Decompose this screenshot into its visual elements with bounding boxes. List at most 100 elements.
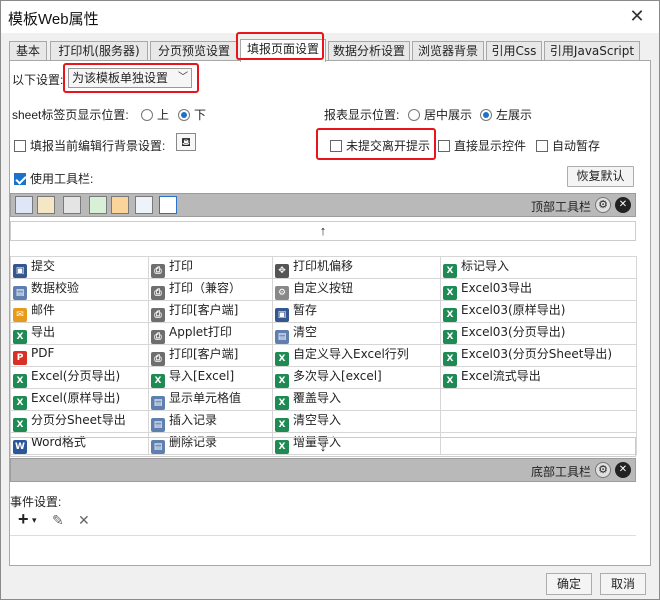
- mode-select[interactable]: 为该模板单独设置 ﹀: [68, 68, 192, 88]
- move-up-arrow[interactable]: ↑: [10, 221, 636, 241]
- grid-item-label: 显示单元格值: [169, 391, 242, 405]
- sheet-top-option[interactable]: 上: [141, 106, 169, 123]
- grid-button-item[interactable]: ▣ 提交: [10, 256, 149, 279]
- export-icon[interactable]: [89, 196, 107, 214]
- grid-button-item[interactable]: ✥ 打印机偏移: [272, 256, 441, 279]
- radio-icon: [408, 109, 420, 121]
- grid-button-item[interactable]: X Excel流式导出: [440, 366, 637, 389]
- sheet-bottom-option[interactable]: 下: [178, 106, 206, 123]
- tab-browser-background[interactable]: 浏览器背景: [412, 41, 484, 61]
- grid-item-label: 覆盖导入: [293, 391, 342, 405]
- report-center-option[interactable]: 居中展示: [408, 106, 472, 123]
- grid-button-item[interactable]: X Excel03导出: [440, 278, 637, 301]
- tab-printer-server[interactable]: 打印机(服务器): [50, 41, 148, 61]
- ok-button[interactable]: 确定: [546, 573, 592, 595]
- fill-bg-option[interactable]: 填报当前编辑行背景设置:: [14, 137, 165, 154]
- grid-button-item[interactable]: ✉ 邮件: [10, 300, 149, 323]
- grid-button-item[interactable]: X Excel(原样导出): [10, 388, 149, 411]
- close-icon[interactable]: ✕: [615, 462, 631, 478]
- event-settings-label: 事件设置:: [10, 495, 62, 509]
- grid-button-item[interactable]: X Excel03(分页导出): [440, 322, 637, 345]
- grid-button-item[interactable]: ▣ 暂存: [272, 300, 441, 323]
- excel-icon: X: [275, 352, 289, 366]
- report-position-label: 报表显示位置:: [324, 108, 400, 122]
- checkbox-icon: [536, 140, 548, 152]
- direct-show-widget-label: 直接显示控件: [454, 139, 527, 153]
- unsubmitted-prompt-option[interactable]: 未提交离开提示: [330, 137, 430, 154]
- excel-icon: X: [275, 374, 289, 388]
- web-properties-dialog: 模板Web属性 ✕ 基本 打印机(服务器) 分页预览设置 填报页面设置 数据分析…: [0, 0, 660, 600]
- gear-icon: ⚙: [275, 286, 289, 300]
- grid-button-item[interactable]: X 清空导入: [272, 410, 441, 433]
- close-icon[interactable]: ✕: [615, 197, 631, 213]
- grid-button-item[interactable]: X 自定义导入Excel行列: [272, 344, 441, 367]
- report-left-option[interactable]: 左展示: [480, 106, 532, 123]
- grid-button-item[interactable]: ⚙ 自定义按钮: [272, 278, 441, 301]
- edit-icon[interactable]: ✎: [52, 512, 64, 529]
- insert-record-icon[interactable]: [135, 196, 153, 214]
- tab-data-analysis[interactable]: 数据分析设置: [328, 41, 410, 61]
- close-icon[interactable]: ✕: [627, 6, 647, 26]
- grid-button-item[interactable]: ▤ 数据校验: [10, 278, 149, 301]
- grid-button-item[interactable]: ▤ 清空: [272, 322, 441, 345]
- use-toolbar-option[interactable]: 使用工具栏:: [14, 170, 93, 187]
- sheet-position-label: sheet标签页显示位置:: [12, 108, 129, 122]
- grid-button-item[interactable]: ⎙ Applet打印: [148, 322, 273, 345]
- grid-button-item[interactable]: ⎙ 打印[客户端]: [148, 344, 273, 367]
- table-row: P PDF ⎙ 打印[客户端] X 自定义导入Excel行列 X Excel03(分页分She…: [10, 344, 637, 367]
- grid-button-item[interactable]: X Excel03(分页分Sheet导出): [440, 344, 637, 367]
- tab-fill-page-settings[interactable]: 填报页面设置: [240, 39, 326, 62]
- excel-icon: X: [443, 264, 457, 278]
- restore-default-button[interactable]: 恢复默认: [567, 166, 634, 187]
- generic-icon: ▤: [275, 330, 289, 344]
- gear-icon[interactable]: ⚙: [595, 197, 611, 213]
- grid-button-item[interactable]: X 覆盖导入: [272, 388, 441, 411]
- cancel-button[interactable]: 取消: [600, 573, 646, 595]
- grid-item-label: 导入[Excel]: [169, 369, 235, 383]
- grid-button-item[interactable]: ▤ 插入记录: [148, 410, 273, 433]
- table-row: X 导出 ⎙ Applet打印 ▤ 清空 X Excel03(分页导出): [10, 322, 637, 345]
- print-icon[interactable]: [63, 196, 81, 214]
- grid-item-label: 数据校验: [31, 281, 80, 295]
- submit-icon[interactable]: [15, 196, 33, 214]
- excel-icon: X: [13, 396, 27, 410]
- grid-button-item[interactable]: X 标记导入: [440, 256, 637, 279]
- grid-button-item[interactable]: X Excel03(原样导出): [440, 300, 637, 323]
- direct-show-widget-option[interactable]: 直接显示控件: [438, 137, 526, 154]
- table-row: X 分页分Sheet导出 ▤ 插入记录 X 清空导入: [10, 410, 637, 433]
- checkbox-icon: [438, 140, 450, 152]
- tab-css[interactable]: 引用Css: [486, 41, 542, 61]
- add-icon[interactable]: +: [18, 509, 29, 530]
- grid-button-item[interactable]: X 导出: [10, 322, 149, 345]
- grid-button-item[interactable]: X 分页分Sheet导出: [10, 410, 149, 433]
- mail-icon[interactable]: [111, 196, 129, 214]
- print-icon: ⎙: [151, 352, 165, 366]
- checkbox-icon: [14, 140, 26, 152]
- tab-javascript[interactable]: 引用JavaScript: [544, 41, 640, 61]
- validate-icon[interactable]: [37, 196, 55, 214]
- move-down-arrow[interactable]: ↓: [10, 437, 636, 457]
- tab-page-preview[interactable]: 分页预览设置: [150, 41, 238, 61]
- chevron-down-icon[interactable]: ▾: [32, 515, 37, 526]
- paint-bucket-icon[interactable]: ⛾: [176, 133, 196, 151]
- grid-button-item[interactable]: ⎙ 打印[客户端]: [148, 300, 273, 323]
- delete-icon[interactable]: ✕: [78, 512, 90, 529]
- move-icon: ✥: [275, 264, 289, 278]
- blank-icon[interactable]: [159, 196, 177, 214]
- tab-basic[interactable]: 基本: [9, 41, 47, 61]
- grid-button-item[interactable]: ⎙ 打印（兼容）: [148, 278, 273, 301]
- gear-icon[interactable]: ⚙: [595, 462, 611, 478]
- grid-item-label: 提交: [31, 259, 56, 273]
- grid-button-item[interactable]: ▤ 显示单元格值: [148, 388, 273, 411]
- grid-button-item[interactable]: X 多次导入[excel]: [272, 366, 441, 389]
- grid-button-item[interactable]: X 导入[Excel]: [148, 366, 273, 389]
- grid-empty-cell: [440, 410, 637, 433]
- grid-button-item[interactable]: ⎙ 打印: [148, 256, 273, 279]
- auto-save-option[interactable]: 自动暂存: [536, 137, 600, 154]
- generic-icon: ▤: [151, 418, 165, 432]
- grid-item-label: 清空: [293, 325, 318, 339]
- excel-icon: X: [275, 396, 289, 410]
- grid-button-item[interactable]: X Excel(分页导出): [10, 366, 149, 389]
- grid-button-item[interactable]: P PDF: [10, 344, 149, 367]
- radio-selected-icon: [178, 109, 190, 121]
